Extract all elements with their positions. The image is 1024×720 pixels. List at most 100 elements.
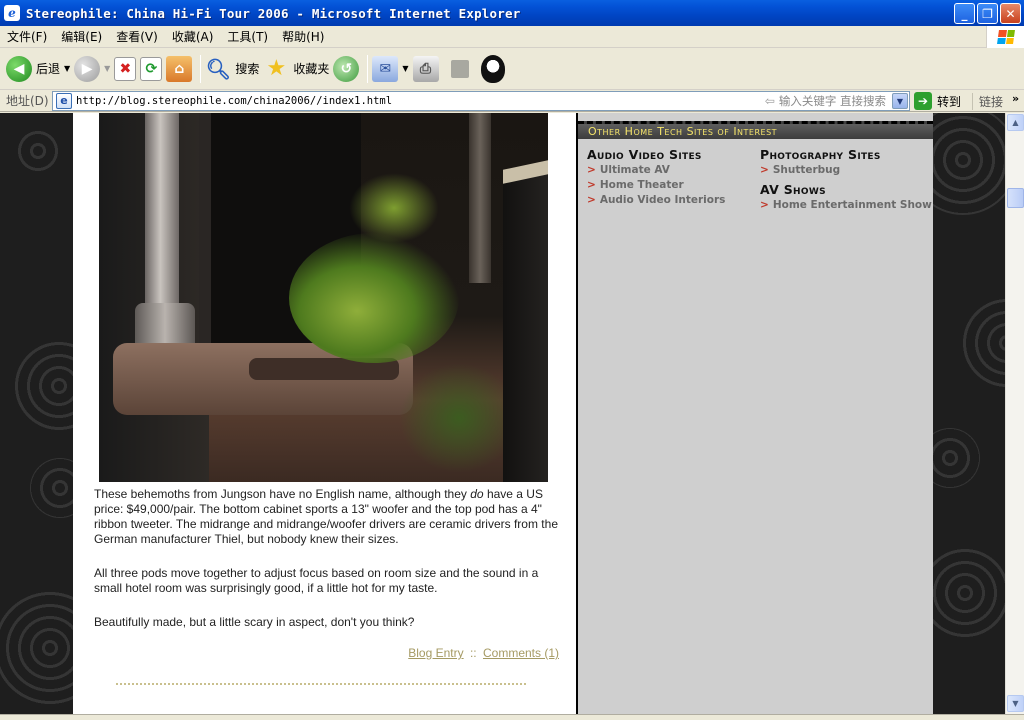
restore-icon[interactable]: ❐ — [977, 3, 998, 24]
scroll-down-icon[interactable]: ▼ — [1007, 695, 1024, 712]
post-emphasis: do — [470, 487, 484, 501]
minimize-icon[interactable]: _ — [954, 3, 975, 24]
scroll-thumb[interactable] — [1007, 188, 1024, 208]
sidebar-link-home-theater[interactable]: > Home Theater — [587, 178, 757, 193]
history-icon: ↺ — [333, 55, 360, 82]
search-arrow-icon: ⇦ — [764, 94, 775, 108]
links-button[interactable]: 链接 — [972, 93, 1003, 110]
meta-separator: :: — [469, 646, 477, 660]
address-dropdown-icon[interactable]: ▼ — [892, 93, 908, 109]
back-button[interactable]: ◀ 后退 ▼ — [6, 53, 70, 85]
address-bar: 地址(D) e http://blog.stereophile.com/chin… — [0, 90, 1024, 112]
address-label: 地址(D) — [6, 94, 49, 108]
page-icon: e — [56, 93, 72, 109]
stop-icon: ✖ — [114, 56, 137, 81]
arrow-icon: > — [587, 194, 596, 206]
window-controls: _ ❐ ✕ — [954, 3, 1021, 24]
print-button[interactable]: ⎙ — [412, 53, 439, 85]
mail-icon: ✉ — [372, 55, 399, 82]
search-button[interactable]: 🔍︎ 搜索 — [205, 53, 260, 85]
toolbar-separator — [200, 54, 202, 83]
menu-view[interactable]: 查看(V) — [109, 28, 165, 45]
toolbar-separator — [367, 54, 369, 83]
windows-logo-icon — [986, 26, 1024, 48]
print-icon: ⎙ — [412, 55, 439, 82]
go-label: 转到 — [937, 94, 962, 109]
menu-tools[interactable]: 工具(T) — [220, 28, 275, 45]
sidebar-link-shutterbug[interactable]: > Shutterbug — [760, 163, 930, 178]
arrow-icon: > — [760, 199, 769, 211]
post-paragraph-3: Beautifully made, but a little scary in … — [94, 615, 415, 629]
post-paragraph-2: All three pods move together to adjust f… — [94, 566, 539, 595]
window-title: Stereophile: China Hi-Fi Tour 2006 - Mic… — [26, 5, 521, 21]
link-text: Ultimate AV — [599, 164, 670, 176]
forward-button[interactable]: ▶ ▼ — [74, 53, 110, 85]
menu-favorites[interactable]: 收藏(A) — [165, 28, 221, 45]
sidebar-heading-bar: Other Home Tech Sites of Interest — [578, 121, 933, 139]
audio-video-sites-title: Audio Video Sites — [587, 147, 702, 162]
arrow-icon: > — [587, 179, 596, 191]
title-bar: e Stereophile: China Hi-Fi Tour 2006 - M… — [0, 0, 1024, 26]
search-icon: 🔍︎ — [205, 56, 232, 81]
blog-post: These behemoths from Jungson have no Eng… — [94, 487, 559, 685]
sidebar-link-audio-video-interiors[interactable]: > Audio Video Interiors — [587, 193, 757, 208]
decorative-rings — [962, 298, 1005, 388]
scroll-up-icon[interactable]: ▲ — [1007, 114, 1024, 131]
main-content: These behemoths from Jungson have no Eng… — [73, 113, 576, 714]
sidebar-link-ultimate-av[interactable]: > Ultimate AV — [587, 163, 757, 178]
menu-help[interactable]: 帮助(H) — [275, 28, 331, 45]
link-text: Home Theater — [599, 179, 684, 191]
go-arrow-icon: ➔ — [914, 92, 932, 110]
menu-edit[interactable]: 编辑(E) — [54, 28, 109, 45]
home-icon: ⌂ — [166, 55, 193, 82]
ie-page-icon: e — [4, 5, 20, 21]
arrow-icon: > — [587, 164, 596, 176]
toolbar: ◀ 后退 ▼ ▶ ▼ ✖ ⟳ ⌂ 🔍︎ 搜索 ★ 收藏夹 ↺ ✉ ▼ ⎙ — [0, 48, 1024, 90]
mail-button[interactable]: ✉ ▼ — [372, 53, 409, 85]
page-viewport: These behemoths from Jungson have no Eng… — [0, 113, 1005, 714]
home-button[interactable]: ⌂ — [166, 53, 193, 85]
menu-file[interactable]: 文件(F) — [0, 28, 54, 45]
favorites-button[interactable]: ★ 收藏夹 — [263, 53, 329, 85]
favorites-label: 收藏夹 — [293, 62, 330, 76]
go-button[interactable]: ➔ 转到 — [914, 92, 961, 110]
back-arrow-icon: ◀ — [6, 55, 32, 82]
star-icon: ★ — [266, 56, 287, 81]
link-text: Shutterbug — [772, 164, 841, 176]
status-bar — [0, 714, 1024, 720]
address-url[interactable]: http://blog.stereophile.com/china2006//i… — [76, 95, 765, 107]
post-meta: Blog Entry :: Comments (1) — [94, 646, 559, 661]
link-text: Audio Video Interiors — [599, 194, 726, 206]
decorative-rings — [10, 123, 66, 179]
search-hint[interactable]: 输入关键字 直接搜索 — [779, 93, 886, 109]
post-text: These behemoths from Jungson have no Eng… — [94, 487, 471, 501]
sidebar-heading: Other Home Tech Sites of Interest — [588, 125, 778, 138]
back-label: 后退 — [36, 62, 61, 76]
messenger-button[interactable] — [480, 53, 505, 85]
refresh-button[interactable]: ⟳ — [140, 53, 163, 85]
photography-sites-title: Photography Sites — [760, 147, 881, 162]
back-dropdown-icon[interactable]: ▼ — [64, 64, 70, 73]
forward-arrow-icon: ▶ — [74, 55, 101, 82]
link-text: Home Entertainment Show — [772, 199, 932, 211]
penguin-icon — [480, 54, 505, 83]
sidebar-col-photography: Photography Sites > Shutterbug AV Shows >… — [760, 147, 932, 213]
chevron-right-icon[interactable]: » — [1012, 92, 1019, 105]
edit-icon — [450, 59, 469, 78]
sidebar-link-home-entertainment-show[interactable]: > Home Entertainment Show — [760, 198, 932, 213]
vertical-scrollbar[interactable]: ▲ ▼ — [1005, 113, 1024, 714]
mail-dropdown-icon[interactable]: ▼ — [402, 64, 408, 73]
edit-button[interactable] — [443, 53, 477, 85]
history-button[interactable]: ↺ — [333, 53, 360, 85]
sidebar-col-audio-video: Audio Video Sites > Ultimate AV > Home The… — [587, 147, 757, 208]
sidebar: Other Home Tech Sites of Interest Audio … — [578, 113, 933, 714]
search-label: 搜索 — [235, 62, 260, 76]
comments-link[interactable]: Comments (1) — [483, 646, 559, 660]
blog-entry-link[interactable]: Blog Entry — [408, 646, 463, 660]
stop-button[interactable]: ✖ — [114, 53, 137, 85]
address-field[interactable]: e http://blog.stereophile.com/china2006/… — [52, 91, 910, 111]
post-paragraph-1: These behemoths from Jungson have no Eng… — [94, 487, 559, 547]
close-icon[interactable]: ✕ — [1000, 3, 1021, 24]
forward-dropdown-icon[interactable]: ▼ — [104, 64, 110, 73]
speaker-photo — [99, 113, 548, 482]
